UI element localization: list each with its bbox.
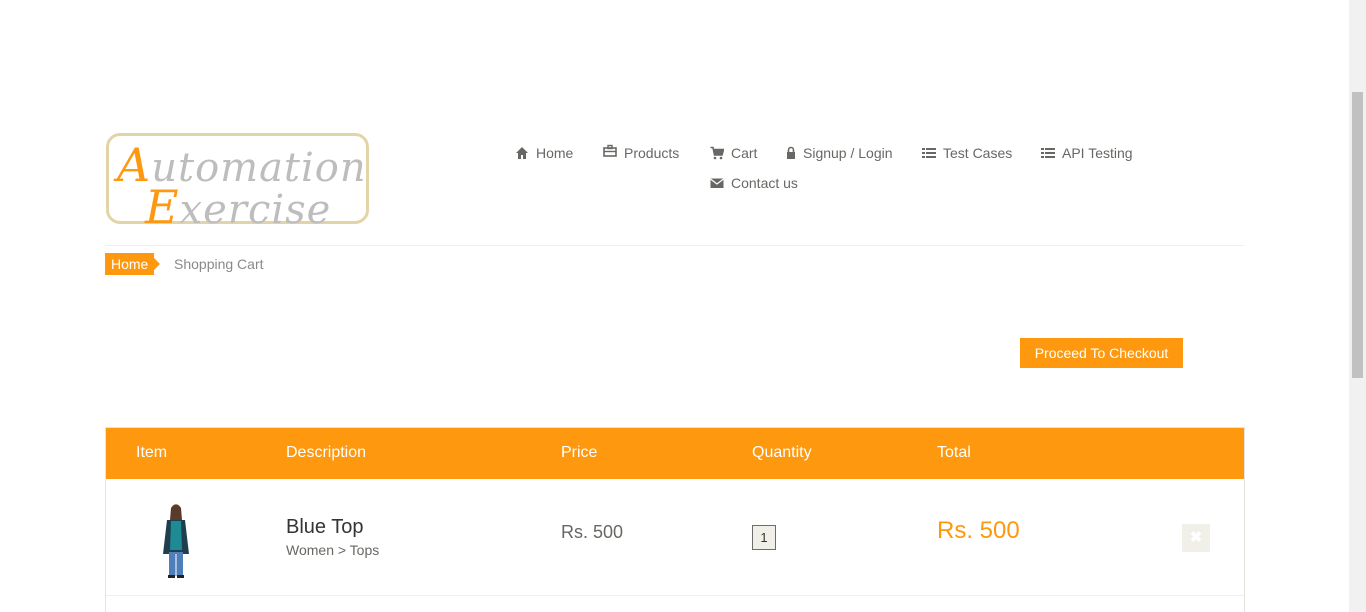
row-divider (106, 595, 1244, 596)
header-item: Item (136, 444, 168, 461)
product-category: Women > Tops (286, 542, 380, 558)
nav-cart[interactable]: Cart (710, 145, 757, 161)
logo-word-2: xercise (179, 187, 332, 233)
nav-api-testing[interactable]: API Testing (1041, 145, 1133, 161)
envelope-icon (710, 176, 724, 190)
scrollbar-thumb[interactable] (1352, 92, 1363, 378)
nav-products[interactable]: Products (603, 144, 680, 161)
nav-signup-login[interactable]: Signup / Login (786, 145, 893, 161)
nav-products-label: Products (624, 145, 680, 161)
nav-api-testing-label: API Testing (1062, 145, 1133, 161)
home-icon (515, 146, 529, 160)
logo-line-2: Exercise (145, 180, 331, 234)
quantity-display: 1 (752, 525, 776, 550)
header-price: Price (561, 444, 598, 461)
logo-cap-e: E (145, 180, 180, 234)
nav-home-label: Home (536, 145, 574, 161)
header-description: Description (286, 444, 367, 461)
cart-table: Item Description Price Quantity Total Bl… (105, 427, 1245, 612)
nav-contact-us[interactable]: Contact us (710, 175, 798, 191)
breadcrumb-current: Shopping Cart (174, 256, 264, 272)
product-price: Rs. 500 (561, 522, 624, 542)
page-scrollbar[interactable] (1349, 0, 1366, 612)
product-image[interactable] (136, 500, 216, 580)
nav-contact-label: Contact us (731, 175, 798, 191)
product-total: Rs. 500 (937, 517, 1020, 544)
delete-icon: ✖ (1189, 529, 1203, 546)
nav-home[interactable]: Home (515, 145, 573, 161)
delete-item-button[interactable]: ✖ (1182, 524, 1210, 552)
header-total: Total (937, 444, 971, 461)
header-divider (105, 245, 1244, 246)
breadcrumb-home[interactable]: Home (105, 253, 161, 275)
lock-icon (786, 146, 796, 160)
nav-signup-label: Signup / Login (803, 145, 893, 161)
list-icon (1041, 146, 1055, 160)
site-logo[interactable]: Automation Exercise (106, 133, 369, 234)
cart-table-header: Item Description Price Quantity Total (106, 428, 1244, 479)
product-name[interactable]: Blue Top (286, 516, 363, 539)
list-icon (922, 146, 936, 160)
nav-test-cases-label: Test Cases (943, 145, 1013, 161)
nav-test-cases[interactable]: Test Cases (922, 145, 1012, 161)
cart-icon (710, 146, 725, 160)
products-icon (603, 144, 617, 158)
proceed-to-checkout-button[interactable]: Proceed To Checkout (1020, 338, 1183, 368)
nav-cart-label: Cart (731, 145, 758, 161)
header-quantity: Quantity (752, 444, 812, 461)
